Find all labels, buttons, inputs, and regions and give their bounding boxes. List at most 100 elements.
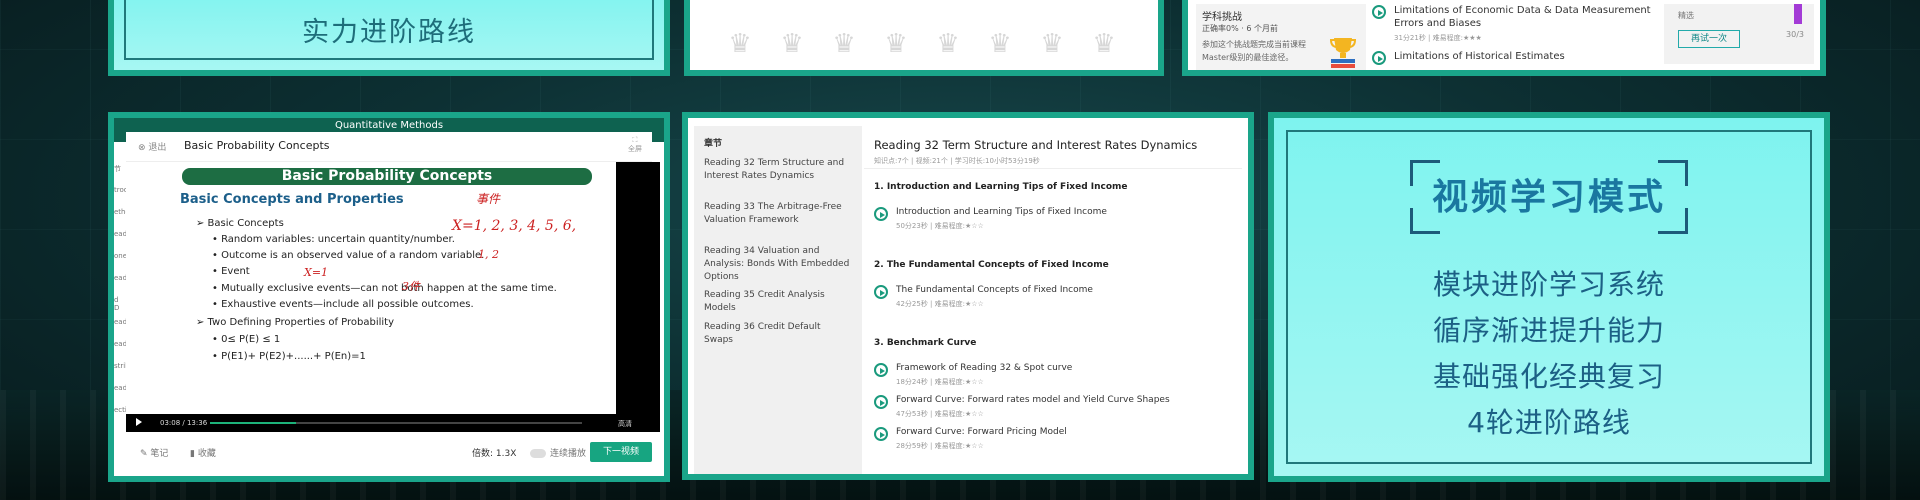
chapter-item[interactable]: Reading 32 Term Structure and Interest R…	[694, 157, 862, 201]
sidebar-fragment: strib	[114, 362, 126, 370]
handwriting-note: 1, 2	[478, 248, 499, 261]
favorite-button[interactable]: ▮ 收藏	[190, 446, 216, 459]
play-button[interactable]	[136, 418, 142, 426]
sidebar-fragment: one	[114, 252, 126, 260]
crown-icon: ♛	[832, 29, 856, 59]
handwriting-note: 3件	[402, 280, 420, 293]
speed-control[interactable]: 倍数: 1.3X	[472, 446, 516, 459]
section-title: 1. Introduction and Learning Tips of Fix…	[874, 182, 1128, 192]
chapter-list: 章节 Reading 32 Term Structure and Interes…	[694, 126, 862, 474]
crown-icon: ♛	[780, 29, 804, 59]
sidebar-fragment: eadi	[114, 318, 126, 326]
challenge-rate: 正确率0% · 6 个月前	[1202, 24, 1278, 33]
challenge-card[interactable]: 学科挑战 正确率0% · 6 个月前 参加这个挑战题完成当前课程Master级别…	[1196, 4, 1366, 70]
play-icon	[1372, 5, 1386, 19]
chapter-item[interactable]: Reading 34 Valuation and Analysis: Bonds…	[694, 245, 862, 289]
slide-line: • Outcome is an observed value of a rand…	[212, 250, 485, 261]
course-panel: 章节 Reading 32 Term Structure and Interes…	[682, 112, 1254, 480]
crown-icon: ♛	[936, 29, 960, 59]
crown-icon: ♛	[988, 29, 1012, 59]
challenge-title: 学科挑战	[1202, 12, 1242, 23]
course-title: Reading 32 Term Structure and Interest R…	[874, 138, 1198, 152]
slide-line: • P(E1)+ P(E2)+......+ P(En)=1	[212, 351, 366, 362]
section-title: 3. Benchmark Curve	[874, 338, 977, 348]
purple-marker	[1794, 4, 1802, 24]
chapter-header: 章节	[704, 139, 723, 149]
progress-track[interactable]	[210, 422, 582, 424]
course-meta: 知识点:7个 | 视频:21个 | 学习时长:10小时53分19秒	[874, 157, 1040, 165]
lesson-item[interactable]: Framework of Reading 32 & Spot curve 18分…	[874, 362, 1072, 388]
crown-icon: ♛	[884, 29, 908, 59]
player-controls: 03:08 / 13:36 高清	[126, 414, 660, 432]
autoplay-toggle[interactable]: 连续播放	[530, 446, 586, 459]
promo-line: 基础强化经典复习	[1432, 360, 1665, 393]
notes-button[interactable]: ✎ 笔记	[140, 446, 168, 459]
play-icon	[874, 427, 888, 441]
notes-label: 笔记	[150, 449, 169, 459]
video-player-panel: Quantitative Methods ⊗ 退出 Basic Probabil…	[108, 112, 670, 482]
lesson-item[interactable]: Introduction and Learning Tips of Fixed …	[874, 206, 1107, 232]
slide-line: ➢ Basic Concepts	[196, 218, 284, 229]
lesson-item[interactable]: Forward Curve: Forward rates model and Y…	[874, 394, 1170, 420]
lesson-meta: 47分53秒 | 难易程度:★☆☆	[896, 410, 984, 418]
panel-frame: 视频学习模式 模块进阶学习系统 循序渐进提升能力 基础强化经典复习 4轮进阶路线	[1286, 130, 1812, 464]
exit-button[interactable]: ⊗ 退出	[138, 140, 166, 153]
section-title: 2. The Fundamental Concepts of Fixed Inc…	[874, 260, 1109, 270]
lesson-title: Forward Curve: Forward Pricing Model	[896, 427, 1067, 437]
promo-line: 模块进阶学习系统	[1432, 268, 1665, 301]
sidebar-fragment: 节	[114, 165, 121, 173]
lesson-meta: 18分24秒 | 难易程度:★☆☆	[896, 378, 984, 386]
chapter-item[interactable]: Reading 35 Credit Analysis Models	[694, 289, 862, 321]
lesson-title: Forward Curve: Forward rates model and Y…	[896, 395, 1170, 405]
speed-label: 倍数:	[472, 449, 494, 459]
progress-fill	[210, 422, 296, 424]
list-item[interactable]: Limitations of Historical Estimates	[1372, 50, 1672, 70]
slide: Basic Probability Concepts Basic Concept…	[126, 162, 616, 416]
slide-title: Basic Probability Concepts	[182, 168, 592, 185]
slide-line: • Random variables: uncertain quantity/n…	[212, 234, 455, 245]
play-icon	[874, 207, 888, 221]
lesson-title: The Fundamental Concepts of Fixed Income	[896, 285, 1093, 295]
side-count: 30/3	[1786, 30, 1804, 39]
list-item[interactable]: Limitations of Economic Data & Data Meas…	[1372, 4, 1672, 50]
exit-label: 退出	[148, 143, 167, 153]
lesson-item[interactable]: The Fundamental Concepts of Fixed Income…	[874, 284, 1093, 310]
sidebar-fragment: etho	[114, 208, 126, 216]
chapter-sidebar: 节 trod etho eadi one eadi d D eadi eadi strib eadi…	[114, 162, 126, 432]
time-readout: 03:08 / 13:36	[160, 419, 208, 427]
panel-frame: 实力进阶路线	[124, 0, 654, 60]
course-content: Reading 32 Term Structure and Interest R…	[864, 126, 1242, 474]
crown-icon: ♛	[728, 29, 752, 59]
lesson-meta: 50分23秒 | 难易程度:★☆☆	[896, 222, 984, 230]
side-label: 精选	[1678, 11, 1694, 20]
lesson-title: Introduction and Learning Tips of Fixed …	[896, 207, 1107, 217]
fullscreen-button[interactable]: ⛶ 全屏	[628, 136, 642, 154]
lesson-title: Framework of Reading 32 & Spot curve	[896, 363, 1073, 373]
player-toolbar: ⊗ 退出 Basic Probability Concepts ⛶ 全屏	[126, 132, 652, 162]
lesson-item[interactable]: Forward Curve: Forward Pricing Model 28分…	[874, 426, 1067, 452]
trophy-icon	[1329, 38, 1357, 68]
toggle-icon	[530, 449, 546, 458]
slide-line: • 0≤ P(E) ≤ 1	[212, 334, 281, 345]
handwriting-note: 事件	[476, 192, 501, 206]
lesson-meta: 42分25秒 | 难易程度:★☆☆	[896, 300, 984, 308]
chapter-item[interactable]: Reading 33 The Arbitrage-Free Valuation …	[694, 201, 862, 245]
sidebar-fragment: eadi	[114, 384, 126, 392]
sidebar-fragment: eadi	[114, 230, 126, 238]
promo-panel: 视频学习模式 模块进阶学习系统 循序渐进提升能力 基础强化经典复习 4轮进阶路线	[1268, 112, 1830, 482]
play-icon	[874, 395, 888, 409]
play-icon	[874, 285, 888, 299]
retry-card: 精选 再试一次 30/3	[1664, 4, 1814, 64]
video-stage[interactable]: Basic Probability Concepts Basic Concept…	[126, 162, 660, 432]
quality-button[interactable]: 高清	[618, 419, 632, 429]
next-video-button[interactable]: 下一视频	[590, 442, 652, 462]
top-left-panel: 实力进阶路线	[108, 0, 670, 76]
top-middle-panel: ♛ ♛ ♛ ♛ ♛ ♛ ♛ ♛	[684, 0, 1164, 76]
sidebar-fragment: d D	[114, 296, 120, 312]
retry-button[interactable]: 再试一次	[1678, 30, 1740, 48]
chapter-item[interactable]: Reading 36 Credit Default Swaps	[694, 321, 862, 365]
sidebar-fragment: eadi	[114, 340, 126, 348]
lesson-meta: 31分21秒 | 难易程度:★★★	[1394, 34, 1482, 42]
sidebar-fragment: ecti	[114, 406, 126, 414]
lesson-meta: 28分59秒 | 难易程度:★☆☆	[896, 442, 984, 450]
